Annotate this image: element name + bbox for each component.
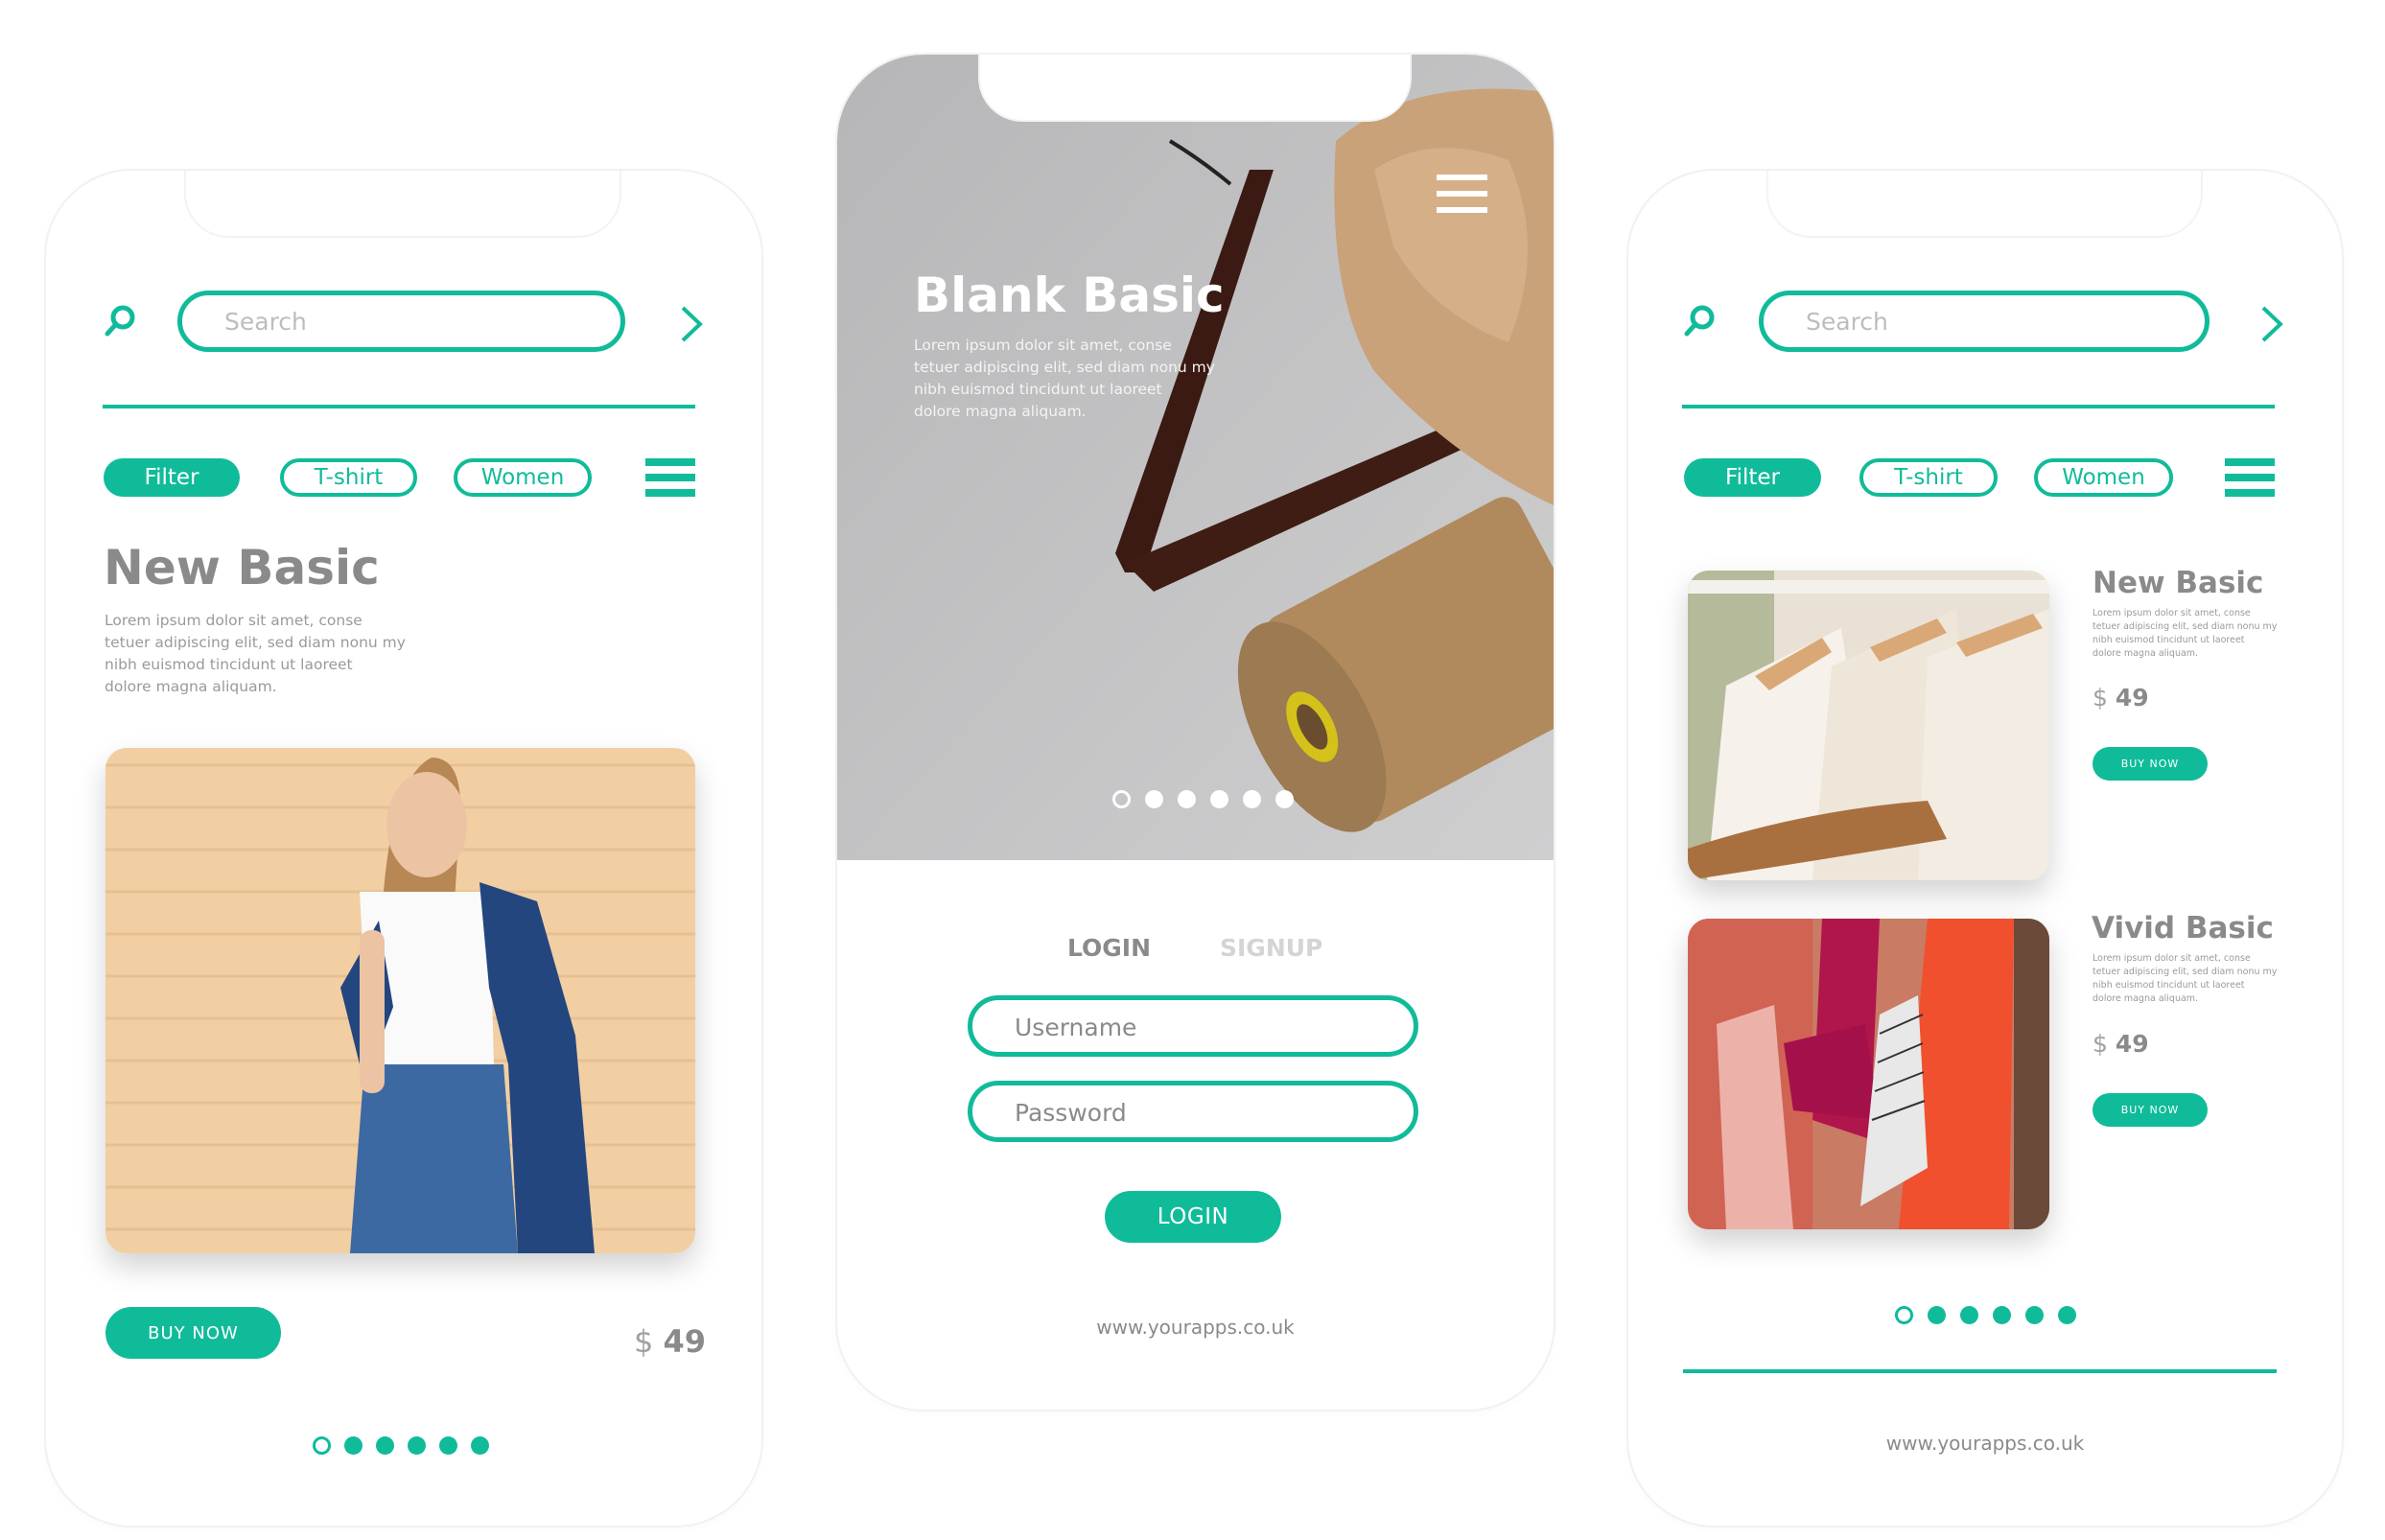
hamburger-menu-icon[interactable] [645, 458, 695, 497]
right-phone-screen: Filter T-shirt Women New Basic Lorem ips… [1628, 171, 2342, 1526]
tab-login[interactable]: LOGIN [1067, 934, 1151, 962]
phone-notch [186, 171, 620, 236]
chip-tshirt[interactable]: T-shirt [280, 458, 417, 497]
search-icon[interactable] [104, 303, 138, 339]
footer-url[interactable]: www.yourapps.co.uk [1628, 1432, 2342, 1455]
pagination-dot[interactable] [344, 1436, 362, 1455]
product-price: $ 49 [2093, 1030, 2149, 1058]
product-description: Lorem ipsum dolor sit amet, conse tetuer… [2093, 953, 2278, 1004]
chip-filter[interactable]: Filter [104, 458, 240, 497]
pagination-dot[interactable] [376, 1436, 394, 1455]
pagination-dot[interactable] [1275, 790, 1294, 808]
phone-notch [980, 55, 1410, 120]
left-phone-screen: Filter T-shirt Women New Basic Lorem ips… [46, 171, 761, 1526]
hamburger-menu-icon[interactable] [1437, 175, 1487, 213]
pagination-dot[interactable] [2058, 1306, 2076, 1324]
woman-photo [105, 748, 695, 1253]
buy-now-button[interactable]: BUY NOW [2093, 747, 2208, 781]
tab-signup[interactable]: SIGNUP [1220, 934, 1322, 962]
pagination-dot[interactable] [1210, 790, 1228, 808]
colorful-clothes-photo [1688, 919, 2049, 1229]
pagination-dot[interactable] [1145, 790, 1163, 808]
search-input[interactable] [222, 307, 555, 337]
pagination-dot[interactable] [1178, 790, 1196, 808]
chip-filter[interactable]: Filter [1684, 458, 1821, 497]
price-currency: $ [2093, 684, 2108, 712]
product-image[interactable] [1688, 919, 2049, 1229]
header-divider [1682, 405, 2275, 408]
price-amount: 49 [2115, 1030, 2149, 1058]
pagination-dot[interactable] [471, 1436, 489, 1455]
product-price: $ 49 [2093, 684, 2149, 712]
hamburger-menu-icon[interactable] [2225, 458, 2275, 497]
search-icon[interactable] [1683, 303, 1718, 339]
phone-notch [1768, 171, 2201, 236]
pagination-dot[interactable] [439, 1436, 457, 1455]
pagination-dot[interactable] [2025, 1306, 2044, 1324]
username-field[interactable] [968, 995, 1418, 1057]
pagination-dots [1895, 1306, 2076, 1324]
price-amount: 49 [663, 1323, 707, 1360]
search-input-box[interactable] [1759, 291, 2210, 352]
chevron-right-icon[interactable] [2259, 305, 2284, 343]
chip-tshirt[interactable]: T-shirt [1859, 458, 1998, 497]
product-title: New Basic [2093, 566, 2264, 600]
chip-women[interactable]: Women [2034, 458, 2173, 497]
pagination-dot[interactable] [408, 1436, 426, 1455]
product-price: $ 49 [634, 1323, 706, 1360]
hero-description: Lorem ipsum dolor sit amet, conse tetuer… [914, 337, 1215, 420]
center-phone-screen: Blank Basic Lorem ipsum dolor sit amet, … [837, 55, 1554, 1410]
hero-title: Blank Basic [914, 268, 1225, 323]
white-shirts-photo [1688, 571, 2049, 880]
hero-pagination-dots [1112, 790, 1294, 808]
pagination-dot[interactable] [1960, 1306, 1978, 1324]
product-title: New Basic [104, 540, 380, 595]
pagination-dot-active[interactable] [1112, 790, 1131, 808]
header-divider [103, 405, 695, 408]
pagination-dot[interactable] [1928, 1306, 1946, 1324]
search-input[interactable] [1804, 307, 2139, 337]
pagination-dot[interactable] [1993, 1306, 2011, 1324]
product-description: Lorem ipsum dolor sit amet, conse tetuer… [2093, 608, 2278, 659]
product-image[interactable] [105, 748, 695, 1253]
chip-women[interactable]: Women [454, 458, 592, 497]
password-input[interactable] [1013, 1098, 1369, 1128]
price-amount: 49 [2115, 684, 2149, 712]
login-button[interactable]: LOGIN [1105, 1191, 1281, 1243]
price-currency: $ [634, 1323, 654, 1360]
buy-now-button[interactable]: BUY NOW [2093, 1093, 2208, 1127]
footer-url[interactable]: www.yourapps.co.uk [837, 1316, 1554, 1339]
search-input-box[interactable] [177, 291, 625, 352]
password-field[interactable] [968, 1081, 1418, 1142]
username-input[interactable] [1013, 1013, 1369, 1042]
product-description: Lorem ipsum dolor sit amet, conse tetuer… [105, 612, 406, 695]
price-currency: $ [2093, 1030, 2108, 1058]
pagination-dot-active[interactable] [313, 1436, 331, 1455]
pagination-dot[interactable] [1243, 790, 1261, 808]
footer-divider [1683, 1369, 2277, 1373]
pagination-dots [313, 1436, 489, 1455]
pagination-dot-active[interactable] [1895, 1306, 1913, 1324]
buy-now-button[interactable]: BUY NOW [105, 1307, 281, 1359]
product-title: Vivid Basic [2092, 911, 2274, 945]
product-image[interactable] [1688, 571, 2049, 880]
chevron-right-icon[interactable] [679, 305, 704, 343]
